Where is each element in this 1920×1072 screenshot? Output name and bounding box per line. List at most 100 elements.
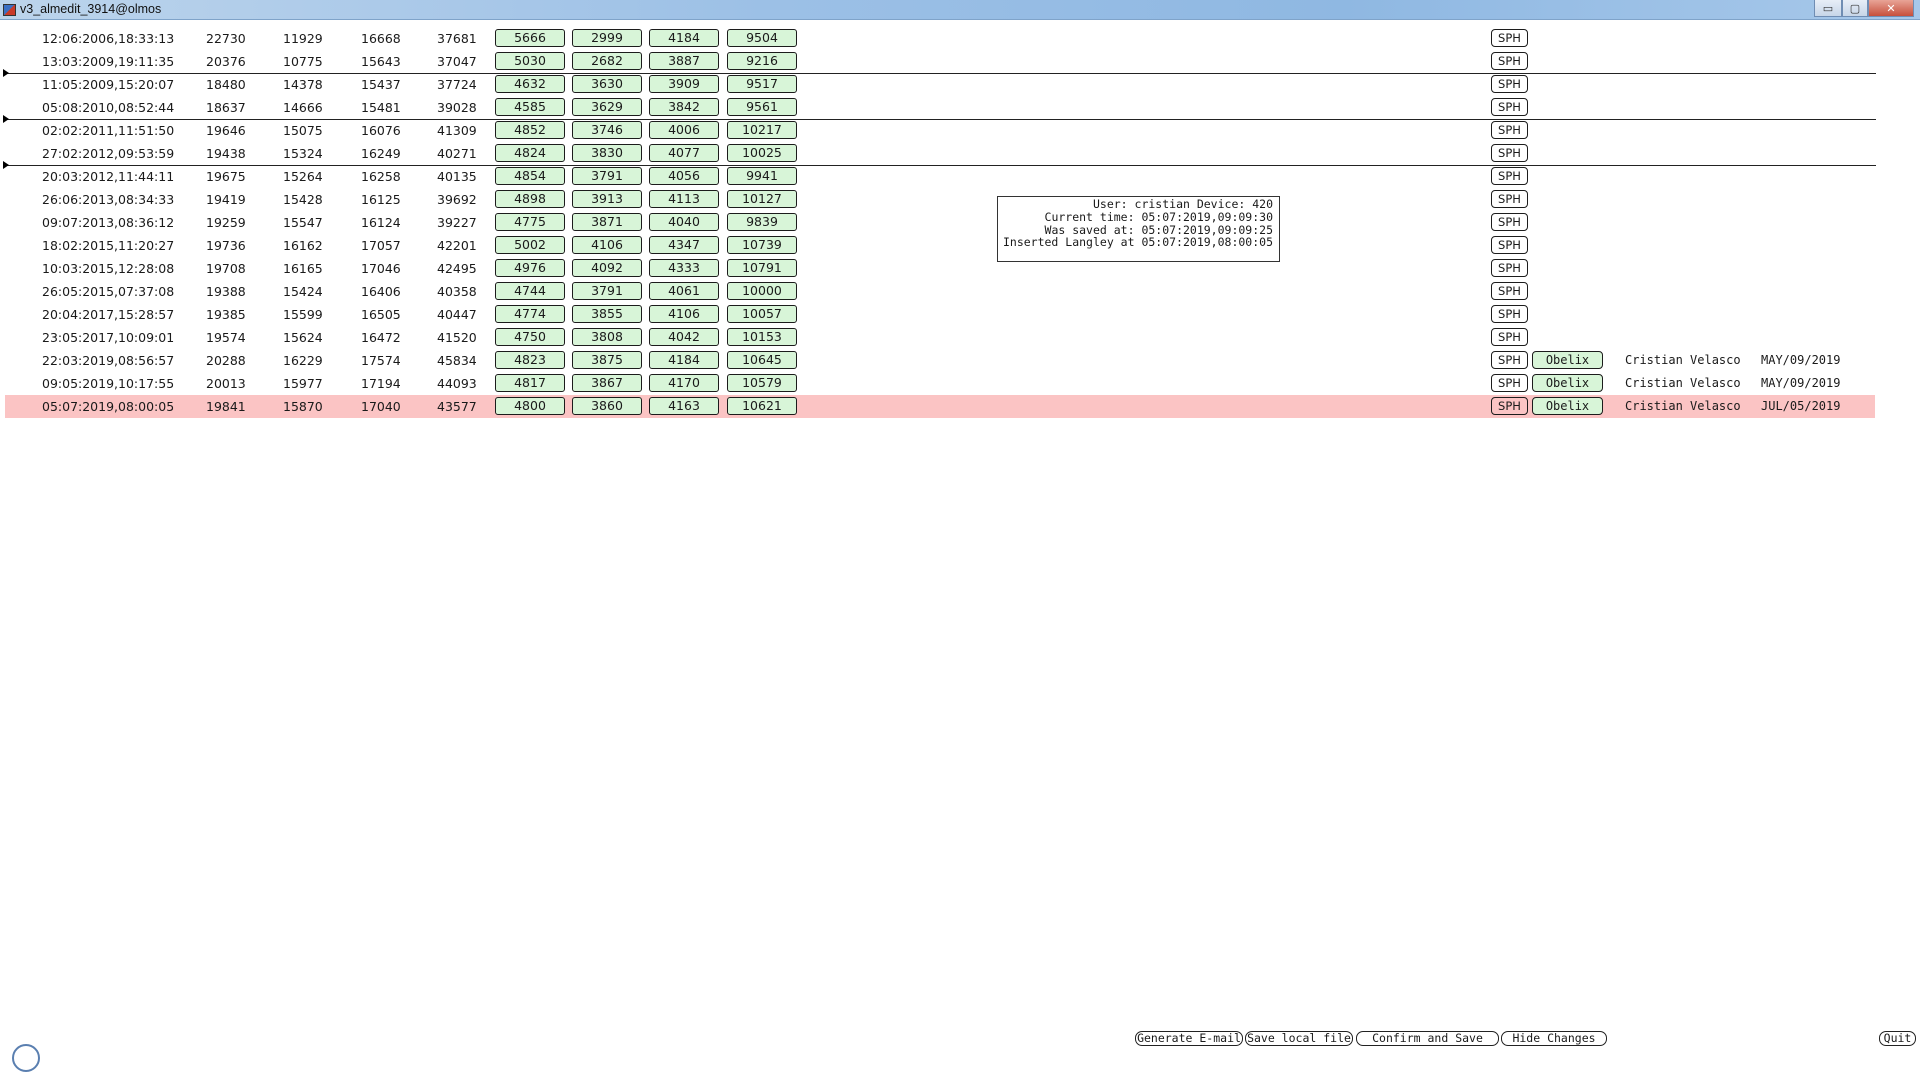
row-date: 20:03:2012,11:44:11 [42, 169, 175, 184]
value-button[interactable]: 4113 [649, 190, 719, 208]
value-button[interactable]: 9216 [727, 52, 797, 70]
value-button[interactable]: 4061 [649, 282, 719, 300]
sph-button[interactable]: SPH [1491, 328, 1528, 346]
value-button[interactable]: 4823 [495, 351, 565, 369]
value-button[interactable]: 9561 [727, 98, 797, 116]
close-button[interactable]: ✕ [1868, 0, 1914, 17]
minimize-button[interactable]: ▭ [1814, 0, 1842, 17]
value-button[interactable]: 4585 [495, 98, 565, 116]
value-button[interactable]: 3808 [572, 328, 642, 346]
obelix-button[interactable]: Obelix [1532, 351, 1603, 369]
value-button[interactable]: 3860 [572, 397, 642, 415]
value-button[interactable]: 2682 [572, 52, 642, 70]
sph-button[interactable]: SPH [1491, 98, 1528, 116]
sph-button[interactable]: SPH [1491, 351, 1528, 369]
value-button[interactable]: 4092 [572, 259, 642, 277]
value-button[interactable]: 10127 [727, 190, 797, 208]
maximize-button[interactable]: ▢ [1842, 0, 1868, 17]
value-button[interactable]: 4184 [649, 351, 719, 369]
value-button[interactable]: 4775 [495, 213, 565, 231]
row-value: 15075 [283, 123, 323, 138]
value-button[interactable]: 2999 [572, 29, 642, 47]
value-button[interactable]: 10621 [727, 397, 797, 415]
confirm-and-save-button[interactable]: Confirm and Save [1356, 1031, 1499, 1046]
value-button[interactable]: 10645 [727, 351, 797, 369]
sph-button[interactable]: SPH [1491, 190, 1528, 208]
obelix-button[interactable]: Obelix [1532, 397, 1603, 415]
value-button[interactable]: 4750 [495, 328, 565, 346]
value-button[interactable]: 3913 [572, 190, 642, 208]
value-button[interactable]: 5666 [495, 29, 565, 47]
value-button[interactable]: 4006 [649, 121, 719, 139]
value-button[interactable]: 4106 [649, 305, 719, 323]
value-button[interactable]: 4056 [649, 167, 719, 185]
sph-button[interactable]: SPH [1491, 52, 1528, 70]
value-button[interactable]: 4744 [495, 282, 565, 300]
value-button[interactable]: 4898 [495, 190, 565, 208]
value-button[interactable]: 4106 [572, 236, 642, 254]
value-button[interactable]: 4347 [649, 236, 719, 254]
value-button[interactable]: 4170 [649, 374, 719, 392]
sph-button[interactable]: SPH [1491, 121, 1528, 139]
value-button[interactable]: 3791 [572, 282, 642, 300]
value-button[interactable]: 3630 [572, 75, 642, 93]
value-button[interactable]: 4854 [495, 167, 565, 185]
generate-email-button[interactable]: Generate E-mail [1135, 1031, 1243, 1046]
value-button[interactable]: 4800 [495, 397, 565, 415]
value-button[interactable]: 4184 [649, 29, 719, 47]
value-button[interactable]: 10000 [727, 282, 797, 300]
value-button[interactable]: 3871 [572, 213, 642, 231]
sph-button[interactable]: SPH [1491, 213, 1528, 231]
value-button[interactable]: 4774 [495, 305, 565, 323]
sph-button[interactable]: SPH [1491, 144, 1528, 162]
sph-button[interactable]: SPH [1491, 305, 1528, 323]
obelix-button[interactable]: Obelix [1532, 374, 1603, 392]
sph-button[interactable]: SPH [1491, 282, 1528, 300]
value-button[interactable]: 10153 [727, 328, 797, 346]
value-button[interactable]: 4163 [649, 397, 719, 415]
value-button[interactable]: 4852 [495, 121, 565, 139]
value-button[interactable]: 9504 [727, 29, 797, 47]
value-button[interactable]: 10057 [727, 305, 797, 323]
save-local-file-button[interactable]: Save local file [1245, 1031, 1353, 1046]
value-button[interactable]: 4333 [649, 259, 719, 277]
value-button[interactable]: 3867 [572, 374, 642, 392]
row-value: 16124 [361, 215, 401, 230]
row-value: 16076 [361, 123, 401, 138]
value-button[interactable]: 10025 [727, 144, 797, 162]
value-button[interactable]: 5002 [495, 236, 565, 254]
quit-button[interactable]: Quit [1879, 1031, 1916, 1046]
hide-changes-button[interactable]: Hide Changes [1501, 1031, 1607, 1046]
value-button[interactable]: 4817 [495, 374, 565, 392]
value-button[interactable]: 4976 [495, 259, 565, 277]
value-button[interactable]: 4077 [649, 144, 719, 162]
sph-button[interactable]: SPH [1491, 167, 1528, 185]
value-button[interactable]: 3746 [572, 121, 642, 139]
value-button[interactable]: 10217 [727, 121, 797, 139]
value-button[interactable]: 4632 [495, 75, 565, 93]
sph-button[interactable]: SPH [1491, 75, 1528, 93]
value-button[interactable]: 4824 [495, 144, 565, 162]
value-button[interactable]: 3842 [649, 98, 719, 116]
sph-button[interactable]: SPH [1491, 374, 1528, 392]
value-button[interactable]: 10791 [727, 259, 797, 277]
sph-button[interactable]: SPH [1491, 397, 1528, 415]
value-button[interactable]: 3791 [572, 167, 642, 185]
value-button[interactable]: 9941 [727, 167, 797, 185]
value-button[interactable]: 4042 [649, 328, 719, 346]
sph-button[interactable]: SPH [1491, 29, 1528, 47]
value-button[interactable]: 3909 [649, 75, 719, 93]
value-button[interactable]: 4040 [649, 213, 719, 231]
value-button[interactable]: 9839 [727, 213, 797, 231]
value-button[interactable]: 9517 [727, 75, 797, 93]
value-button[interactable]: 3875 [572, 351, 642, 369]
value-button[interactable]: 5030 [495, 52, 565, 70]
value-button[interactable]: 10739 [727, 236, 797, 254]
sph-button[interactable]: SPH [1491, 259, 1528, 277]
value-button[interactable]: 3830 [572, 144, 642, 162]
value-button[interactable]: 3887 [649, 52, 719, 70]
sph-button[interactable]: SPH [1491, 236, 1528, 254]
value-button[interactable]: 3855 [572, 305, 642, 323]
value-button[interactable]: 3629 [572, 98, 642, 116]
value-button[interactable]: 10579 [727, 374, 797, 392]
